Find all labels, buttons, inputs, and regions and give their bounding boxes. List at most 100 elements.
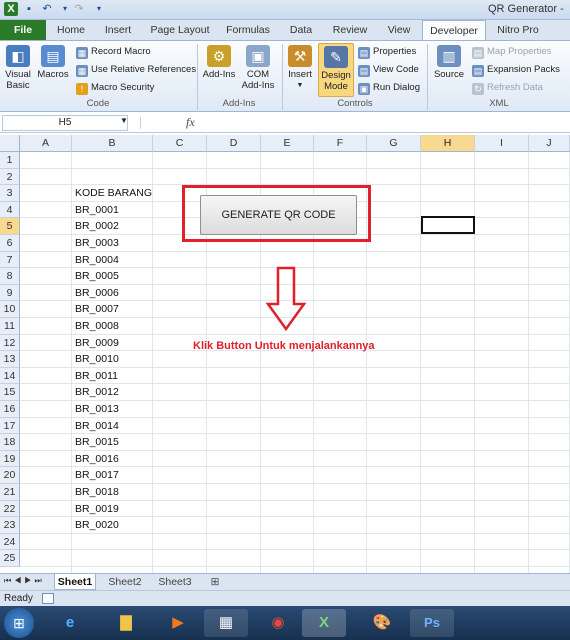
tab-formulas[interactable]: Formulas: [220, 20, 276, 40]
view-code-button[interactable]: ▤ View Code: [358, 62, 419, 78]
row-header-22[interactable]: 22: [0, 500, 20, 518]
excel-taskbar-icon[interactable]: X: [302, 609, 346, 637]
macros-button[interactable]: ▤ Macros: [36, 45, 70, 80]
cell-code[interactable]: BR_0004: [75, 252, 119, 269]
cell-code[interactable]: BR_0007: [75, 301, 119, 318]
photoshop-icon[interactable]: Ps: [410, 609, 454, 637]
row-header-19[interactable]: 19: [0, 450, 20, 468]
column-header-a[interactable]: A: [20, 135, 72, 152]
record-macro-button[interactable]: ▦ Record Macro: [76, 44, 151, 60]
cell-code[interactable]: BR_0010: [75, 351, 119, 368]
chrome-icon[interactable]: ◉: [256, 609, 300, 637]
cell-code[interactable]: BR_0005: [75, 268, 119, 285]
column-header-f[interactable]: F: [314, 135, 367, 152]
save-icon[interactable]: ▪: [22, 2, 36, 16]
row-header-14[interactable]: 14: [0, 367, 20, 385]
add-ins-button[interactable]: ⚙ Add-Ins: [200, 45, 238, 80]
image-viewer-icon[interactable]: ▦: [204, 609, 248, 637]
insert-sheet-icon[interactable]: ⊞: [206, 574, 224, 590]
refresh-data-button[interactable]: ↻ Refresh Data: [472, 80, 543, 96]
insert-control-button[interactable]: ⚒ Insert ▼: [285, 45, 315, 91]
row-header-25[interactable]: 25: [0, 550, 20, 567]
column-header-j[interactable]: J: [529, 135, 570, 152]
column-header-i[interactable]: I: [475, 135, 529, 152]
row-header-4[interactable]: 4: [0, 201, 20, 219]
row-header-21[interactable]: 21: [0, 484, 20, 501]
row-header-5[interactable]: 5: [0, 218, 20, 235]
cell-code[interactable]: BR_0016: [75, 451, 119, 468]
tab-page-layout[interactable]: Page Layout: [146, 20, 214, 40]
name-box[interactable]: H5: [2, 115, 128, 131]
name-box-dropdown-icon[interactable]: ▼: [120, 116, 128, 125]
column-header-e[interactable]: E: [261, 135, 314, 152]
com-add-ins-button[interactable]: ▣ COM Add-Ins: [240, 45, 276, 91]
map-properties-button[interactable]: ▤ Map Properties: [472, 44, 551, 60]
excel-app-icon[interactable]: X: [4, 2, 18, 16]
sheet-nav-arrows-icon[interactable]: ⏮◀▶⏭: [4, 576, 45, 586]
cell-code[interactable]: BR_0009: [75, 335, 119, 352]
redo-icon[interactable]: ↷: [72, 2, 86, 16]
cell-code[interactable]: BR_0001: [75, 202, 119, 219]
tab-insert[interactable]: Insert: [96, 20, 140, 40]
cell-b3-header[interactable]: KODE BARANG: [75, 185, 152, 202]
cell-code[interactable]: BR_0006: [75, 285, 119, 302]
row-header-3[interactable]: 3: [0, 185, 20, 202]
tab-home[interactable]: Home: [50, 20, 92, 40]
cell-code[interactable]: BR_0008: [75, 318, 119, 335]
properties-button[interactable]: ▤ Properties: [358, 44, 416, 60]
start-button[interactable]: ⊞: [4, 608, 34, 638]
run-dialog-button[interactable]: ▣ Run Dialog: [358, 80, 420, 96]
row-header-17[interactable]: 17: [0, 417, 20, 435]
row-header-8[interactable]: 8: [0, 268, 20, 285]
cell-code[interactable]: BR_0002: [75, 218, 119, 235]
select-all-button[interactable]: [0, 135, 20, 152]
media-player-icon[interactable]: ▶: [156, 609, 200, 637]
source-button[interactable]: ▥ Source: [431, 45, 467, 80]
tab-nitro-pro[interactable]: Nitro Pro: [490, 20, 546, 40]
row-header-10[interactable]: 10: [0, 301, 20, 318]
undo-icon[interactable]: ↶: [40, 2, 54, 16]
macro-record-icon[interactable]: [42, 593, 54, 604]
row-header-24[interactable]: 24: [0, 533, 20, 551]
row-header-15[interactable]: 15: [0, 384, 20, 401]
cell-code[interactable]: BR_0015: [75, 434, 119, 451]
column-header-b[interactable]: B: [72, 135, 153, 152]
tab-developer[interactable]: Developer: [422, 20, 486, 41]
column-header-g[interactable]: G: [367, 135, 421, 152]
column-header-c[interactable]: C: [153, 135, 207, 152]
visual-basic-button[interactable]: ◧ Visual Basic: [3, 45, 33, 91]
tab-view[interactable]: View: [380, 20, 418, 40]
row-header-12[interactable]: 12: [0, 334, 20, 352]
column-header-d[interactable]: D: [207, 135, 261, 152]
cell-code[interactable]: BR_0012: [75, 384, 119, 401]
tab-file[interactable]: File: [0, 20, 46, 40]
sheet-tab-sheet1[interactable]: Sheet1: [54, 574, 96, 590]
row-header-23[interactable]: 23: [0, 517, 20, 534]
cell-code[interactable]: BR_0020: [75, 517, 119, 534]
generate-qr-code-button[interactable]: GENERATE QR CODE: [200, 195, 357, 235]
macro-security-button[interactable]: ! Macro Security: [76, 80, 154, 96]
sheet-tab-sheet2[interactable]: Sheet2: [104, 574, 146, 590]
row-header-16[interactable]: 16: [0, 401, 20, 418]
paint-icon[interactable]: 🎨: [360, 609, 404, 637]
formula-input[interactable]: [202, 115, 568, 131]
customize-qat-icon[interactable]: ▾: [92, 2, 106, 16]
cell-code[interactable]: BR_0018: [75, 484, 119, 501]
row-header-6[interactable]: 6: [0, 235, 20, 252]
row-header-9[interactable]: 9: [0, 284, 20, 302]
file-explorer-icon[interactable]: ▇: [104, 609, 148, 637]
design-mode-button[interactable]: ✎ Design Mode: [318, 43, 354, 97]
cell-code[interactable]: BR_0003: [75, 235, 119, 252]
insert-function-button[interactable]: fx: [186, 115, 195, 130]
row-header-13[interactable]: 13: [0, 351, 20, 368]
column-header-h[interactable]: H: [421, 135, 475, 152]
use-relative-references-button[interactable]: ▦ Use Relative References: [76, 62, 196, 78]
row-header-11[interactable]: 11: [0, 318, 20, 335]
cell-code[interactable]: BR_0013: [75, 401, 119, 418]
expansion-packs-button[interactable]: ▤ Expansion Packs: [472, 62, 560, 78]
internet-explorer-icon[interactable]: e: [48, 609, 92, 637]
active-cell-cursor[interactable]: [421, 216, 475, 235]
sheet-tab-sheet3[interactable]: Sheet3: [154, 574, 196, 590]
undo-dropdown-icon[interactable]: ▾: [58, 2, 72, 16]
tab-data[interactable]: Data: [282, 20, 320, 40]
